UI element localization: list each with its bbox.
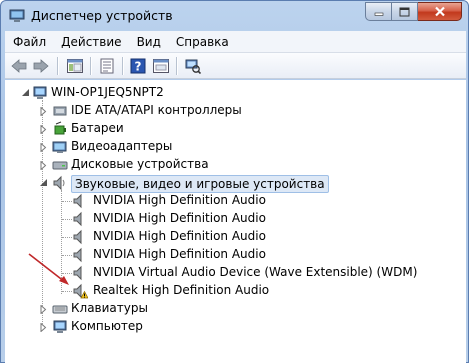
expand-arrow-icon[interactable] [39,161,48,170]
category-label: IDE ATA/ATAPI контроллеры [71,103,242,117]
selected-category-label: Звуковые, видео и игровые устройства [71,175,329,193]
toolbar-separator [176,57,177,75]
expand-arrow-icon[interactable] [39,305,48,314]
device-tree[interactable]: WIN-OP1JEQ5NPT2 IDE ATA/ATAPI контроллер… [5,80,466,363]
toolbar: ? [5,53,466,79]
category-label: Клавиатуры [71,301,148,315]
forward-arrow-icon [33,59,49,73]
toolbar-separator [90,57,91,75]
device-manager-icon [9,9,25,23]
minimize-icon [374,12,383,16]
computer-icon [53,320,67,333]
category-batteries[interactable]: Батареи [5,120,466,138]
category-label: Дисковые устройства [71,157,209,171]
computer-icon [33,86,47,99]
console-view-icon [153,59,169,73]
expand-arrow-icon[interactable] [39,107,48,116]
window-title: Диспетчер устройств [31,8,173,23]
device-label: NVIDIA High Definition Audio [93,247,266,261]
category-keyboards[interactable]: Клавиатуры [5,300,466,318]
menu-file[interactable]: Файл [5,35,53,49]
device-label: NVIDIA Virtual Audio Device (Wave Extens… [93,265,418,279]
annotation-arrow-icon [28,253,69,285]
speaker-icon [73,211,82,227]
back-arrow-icon [11,59,27,73]
forward-button[interactable] [31,56,51,76]
help-icon: ? [130,58,146,74]
caption-buttons [365,2,462,22]
menu-bar: Файл Действие Вид Справка [5,31,466,53]
scan-hardware-button[interactable] [183,56,203,76]
display-adapter-icon [52,141,67,153]
maximize-button[interactable] [392,2,418,21]
device-label: NVIDIA High Definition Audio [93,229,266,243]
back-button[interactable] [9,56,29,76]
help-button[interactable]: ? [128,56,148,76]
device-label: NVIDIA High Definition Audio [93,193,266,207]
minimize-button[interactable] [365,2,392,21]
menu-help[interactable]: Справка [168,35,236,49]
show-hide-console-tree-icon [67,59,83,73]
device-label: Realtek High Definition Audio [93,283,270,297]
svg-text:?: ? [135,60,142,74]
toolbar-separator [122,57,123,75]
category-sound-video-game[interactable]: Звуковые, видео и игровые устройства [5,174,466,193]
device-label: NVIDIA High Definition Audio [93,211,266,225]
toolbar-separator [57,57,58,75]
keyboard-icon [52,305,68,314]
category-display-adapters[interactable]: Видеоадаптеры [5,138,466,156]
category-label: Компьютер [71,319,143,333]
battery-icon [54,121,66,135]
close-icon [434,6,445,17]
expand-arrow-icon[interactable] [39,125,48,134]
ide-controller-icon [53,106,67,116]
root-computer-name: WIN-OP1JEQ5NPT2 [51,85,164,99]
collapse-arrow-icon[interactable] [21,88,30,97]
category-label: Батареи [71,121,124,135]
properties-button[interactable] [97,56,117,76]
speaker-icon [73,229,82,245]
properties-icon [100,58,114,74]
category-label: Видеоадаптеры [71,139,173,153]
disk-drive-icon [52,161,68,170]
expand-arrow-icon[interactable] [39,323,48,332]
tree-root[interactable]: WIN-OP1JEQ5NPT2 [5,84,466,102]
expand-arrow-icon[interactable] [39,143,48,152]
device-nvidia-hda-3[interactable]: NVIDIA High Definition Audio [5,228,466,246]
menu-action[interactable]: Действие [53,35,128,49]
close-button[interactable] [418,2,462,21]
device-nvidia-hda-2[interactable]: NVIDIA High Definition Audio [5,210,466,228]
category-ide-controllers[interactable]: IDE ATA/ATAPI контроллеры [5,102,466,120]
speaker-icon [73,193,82,209]
menu-view[interactable]: Вид [129,35,168,49]
console-view-button[interactable] [151,56,171,76]
show-hide-tree-button[interactable] [65,56,85,76]
maximize-icon [399,7,410,16]
category-disk-drives[interactable]: Дисковые устройства [5,156,466,174]
scan-hardware-icon [185,59,201,74]
sound-device-icon [53,175,65,191]
category-computer[interactable]: Компьютер [5,318,466,336]
device-manager-window: Диспетчер устройств Файл Действие Вид Сп… [0,0,469,363]
title-bar[interactable]: Диспетчер устройств [1,1,468,31]
device-nvidia-hda-1[interactable]: NVIDIA High Definition Audio [5,192,466,210]
collapse-arrow-icon[interactable] [39,178,48,187]
